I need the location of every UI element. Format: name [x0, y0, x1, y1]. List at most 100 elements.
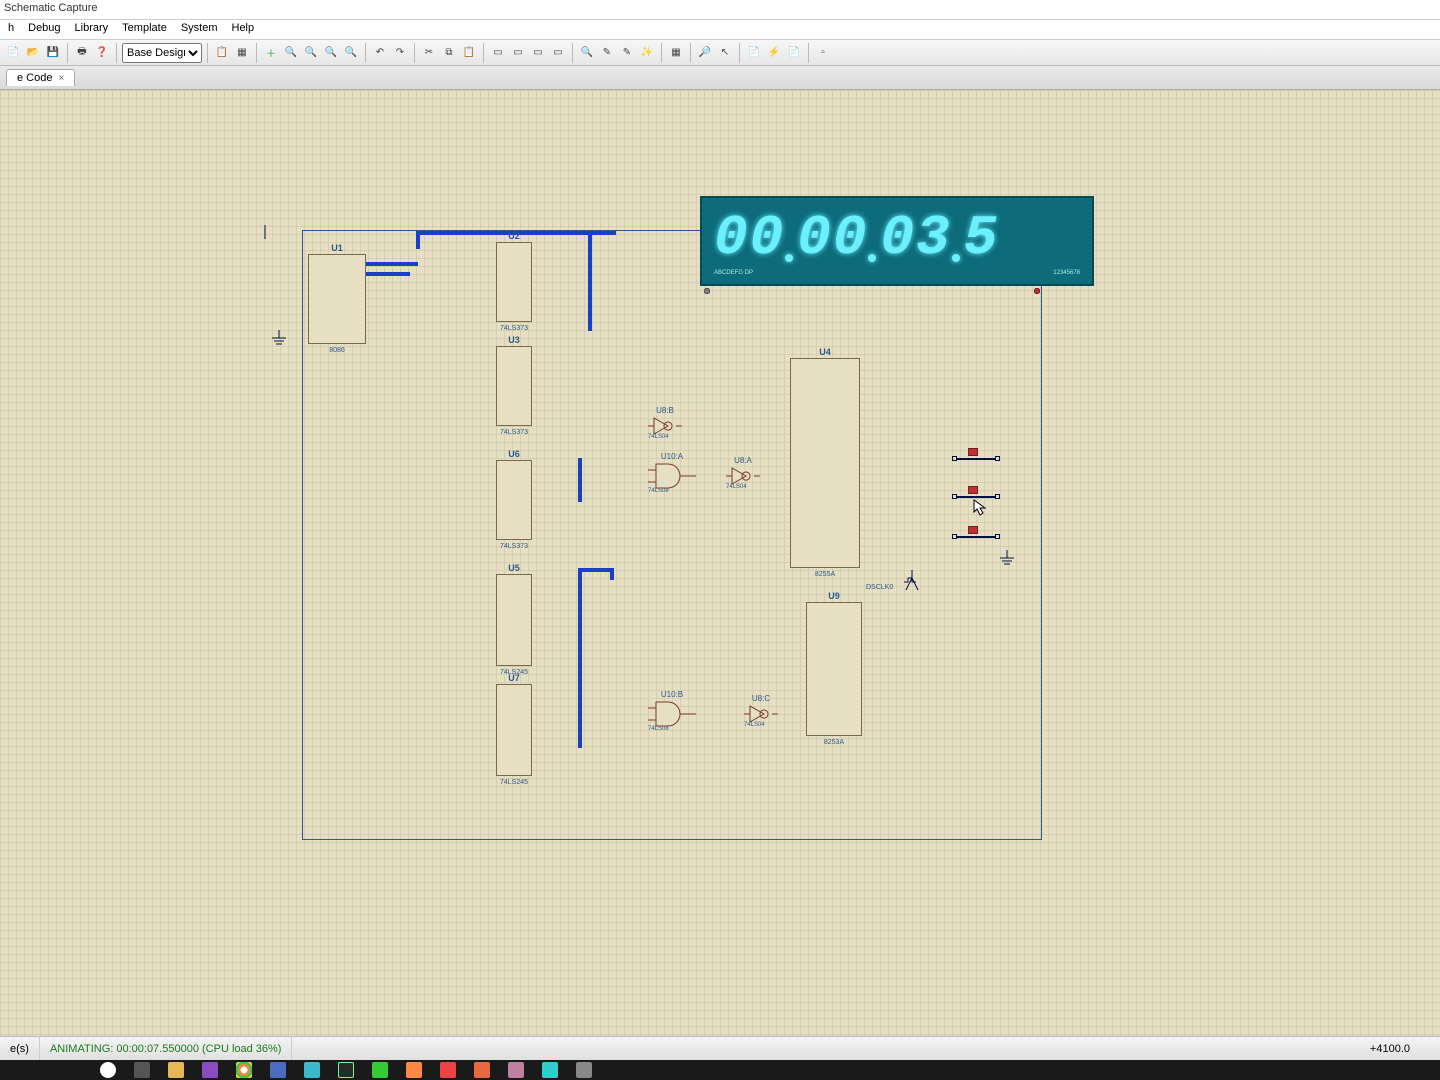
status-mode: e(s) [0, 1037, 40, 1060]
chip-u2[interactable]: U2 74LS373 [496, 242, 532, 322]
chip-u9[interactable]: U9 8253A [806, 602, 862, 736]
gate-u8c[interactable]: U8:C 74LS04 [744, 704, 778, 727]
probe-icon [704, 288, 710, 294]
pycharm-icon[interactable] [338, 1062, 354, 1078]
tool-icon[interactable]: ✎ [598, 44, 616, 62]
chip-u7[interactable]: U7 74LS245 [496, 684, 532, 776]
gate-u8b[interactable]: U8:B 74LS04 [648, 416, 682, 439]
ground-symbol-icon [270, 330, 288, 346]
cursor-icon[interactable]: ↖ [716, 44, 734, 62]
refresh-icon[interactable]: 📋 [213, 44, 231, 62]
center-icon[interactable]: ＋ [262, 44, 280, 62]
cut-icon[interactable]: ✂ [420, 44, 438, 62]
start-icon[interactable] [100, 1062, 116, 1078]
menu-item[interactable]: Debug [28, 22, 60, 37]
design-dropdown[interactable]: Base Design [122, 43, 202, 63]
app-icon[interactable] [542, 1062, 558, 1078]
close-icon[interactable]: × [58, 73, 64, 84]
push-button[interactable] [954, 452, 998, 466]
visual-studio-icon[interactable] [202, 1062, 218, 1078]
vscode-icon[interactable] [270, 1062, 286, 1078]
tool-icon[interactable]: ✎ [618, 44, 636, 62]
chip-part: 74LS373 [500, 543, 528, 550]
block-icon[interactable]: ▭ [529, 44, 547, 62]
task-view-icon[interactable] [134, 1062, 150, 1078]
app-icon[interactable] [406, 1062, 422, 1078]
copy-icon[interactable]: ⧉ [440, 44, 458, 62]
schematic-canvas[interactable]: 0 0 0 0 0 3 5 ABCDEFG DP 12345678 U1 808… [0, 90, 1440, 1036]
chip-u4[interactable]: U4 8255A [790, 358, 860, 568]
zoom-out-icon[interactable]: 🔍 [302, 44, 320, 62]
seven-segment-display[interactable]: 0 0 0 0 0 3 5 ABCDEFG DP 12345678 [700, 196, 1094, 286]
pcb-icon[interactable]: ▦ [667, 44, 685, 62]
gate-u10a[interactable]: U10:A 74LS08 [648, 462, 696, 493]
save-icon[interactable]: 💾 [44, 44, 62, 62]
source-code-tab[interactable]: e Code × [6, 69, 75, 86]
gate-label: U8:B [656, 406, 674, 415]
chip-u6[interactable]: U6 74LS373 [496, 460, 532, 540]
erc-icon[interactable]: ⚡ [765, 44, 783, 62]
separator [808, 43, 809, 63]
separator [207, 43, 208, 63]
block-icon[interactable]: ▭ [549, 44, 567, 62]
redo-icon[interactable]: ↷ [391, 44, 409, 62]
push-button[interactable] [954, 530, 998, 544]
separator [661, 43, 662, 63]
gate-u8a[interactable]: U8:A 74LS04 [726, 466, 760, 489]
clock-label: DSCLK0 [866, 584, 893, 591]
gate-u10b[interactable]: U10:B 74LS08 [648, 700, 696, 731]
push-button[interactable] [954, 490, 998, 504]
digit: 0 [833, 206, 865, 270]
tab-label: e Code [17, 72, 52, 84]
zoom-area-icon[interactable]: 🔍 [342, 44, 360, 62]
menu-item[interactable]: Template [122, 22, 167, 37]
block-icon[interactable]: ▭ [489, 44, 507, 62]
menu-item[interactable]: Help [232, 22, 255, 37]
title-bar: Schematic Capture [0, 0, 1440, 20]
find-icon[interactable]: 🔎 [696, 44, 714, 62]
grid-icon[interactable]: ▦ [233, 44, 251, 62]
chip-u3[interactable]: U3 74LS373 [496, 346, 532, 426]
bus-wire [578, 458, 582, 502]
gate-label: U8:C [752, 694, 770, 703]
new-icon[interactable]: 📄 [4, 44, 22, 62]
chip-ref: U5 [508, 563, 520, 573]
menu-item[interactable]: h [8, 22, 14, 37]
gate-part: 74LS04 [726, 484, 747, 490]
module-icon[interactable]: ▫ [814, 44, 832, 62]
chip-u5[interactable]: U5 74LS245 [496, 574, 532, 666]
gate-part: 74LS08 [648, 726, 669, 732]
bom-icon[interactable]: 📄 [745, 44, 763, 62]
zoom-in-icon[interactable]: 🔍 [282, 44, 300, 62]
chip-u1[interactable]: U1 8086 [308, 254, 366, 344]
open-icon[interactable]: 📂 [24, 44, 42, 62]
search-icon[interactable]: 🔍 [578, 44, 596, 62]
display-digits: 0 0 0 0 0 3 5 [714, 206, 1080, 270]
netlist-icon[interactable]: 📄 [785, 44, 803, 62]
gate-part: 74LS04 [648, 434, 669, 440]
separator [414, 43, 415, 63]
digit: 0 [750, 206, 782, 270]
chrome-icon[interactable] [236, 1062, 252, 1078]
bus-wire [416, 231, 596, 235]
block-icon[interactable]: ▭ [509, 44, 527, 62]
help-icon[interactable]: ❓ [93, 44, 111, 62]
file-explorer-icon[interactable] [168, 1062, 184, 1078]
menu-item[interactable]: System [181, 22, 218, 37]
paste-icon[interactable]: 📋 [460, 44, 478, 62]
wechat-icon[interactable] [372, 1062, 388, 1078]
pin-label: ABCDEFG DP [714, 270, 753, 276]
print-icon[interactable]: 🖶 [73, 44, 91, 62]
app-icon[interactable] [508, 1062, 524, 1078]
edge-icon[interactable] [304, 1062, 320, 1078]
menu-item[interactable]: Library [75, 22, 109, 37]
separator [365, 43, 366, 63]
probe-icon [1034, 288, 1040, 294]
proteus-icon[interactable] [576, 1062, 592, 1078]
app-icon[interactable] [474, 1062, 490, 1078]
wand-icon[interactable]: ✨ [638, 44, 656, 62]
wps-icon[interactable] [440, 1062, 456, 1078]
undo-icon[interactable]: ↶ [371, 44, 389, 62]
chip-ref: U4 [819, 347, 831, 357]
zoom-fit-icon[interactable]: 🔍 [322, 44, 340, 62]
